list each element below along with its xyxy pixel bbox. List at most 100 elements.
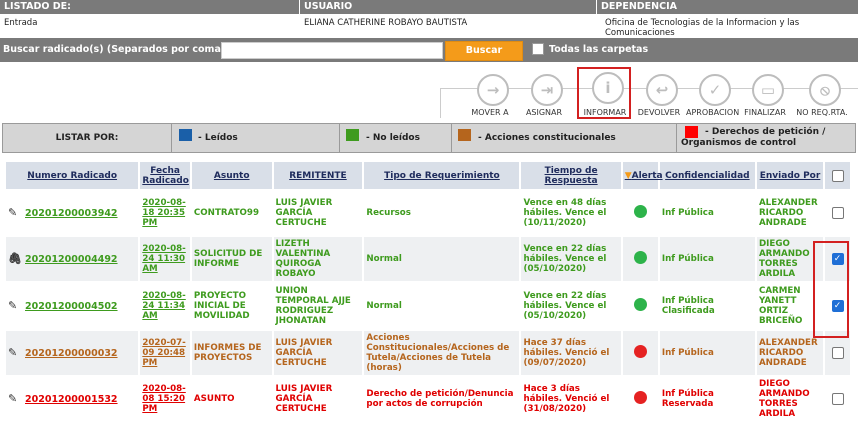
search-input[interactable] — [221, 42, 443, 59]
col-numero-radicado[interactable]: Numero Radicado — [6, 162, 139, 189]
all-folders-checkbox[interactable] — [532, 43, 544, 55]
col-tiempo-respuesta[interactable]: Tiempo de Respuesta — [521, 162, 621, 189]
edit-icon[interactable]: ✎ — [8, 347, 21, 359]
col-alerta[interactable]: ▼Alerta — [622, 162, 663, 189]
legend-title: LISTAR POR: — [3, 124, 172, 152]
cell-tiempo: Vence en 22 días hábiles. Vence el (05/1… — [521, 237, 621, 281]
listado-cell: LISTADO DE: Entrada — [0, 0, 300, 38]
fecha-link[interactable]: 2020-08-08 15:20 PM — [142, 384, 185, 414]
radicado-link[interactable]: 20201200000032 — [25, 348, 118, 359]
cell-alerta — [623, 377, 658, 421]
toolbar-divider-vertical — [440, 88, 441, 118]
table-row[interactable]: ✎ 20201200001532 2020-08-08 15:20 PM ASUNTO… — [6, 377, 850, 421]
toolbar-button-mover-a[interactable]: → MOVER A — [464, 72, 516, 120]
legend-unread[interactable]: - No leídos — [340, 124, 452, 152]
usuario-label: USUARIO — [300, 0, 596, 14]
toolbar-button-label: ASIGNAR — [525, 108, 563, 117]
legend-constitutional[interactable]: - Acciones constitucionales — [452, 124, 677, 152]
legend-read-label: - Leídos — [198, 133, 238, 143]
listado-value: Entrada — [4, 18, 38, 28]
listado-label: LISTADO DE: — [0, 0, 299, 14]
col-remitente[interactable]: REMITENTE — [273, 162, 363, 189]
check-icon: ✓ — [699, 74, 731, 106]
alert-dot-icon — [633, 251, 647, 264]
cell-select — [825, 191, 850, 235]
read-swatch — [179, 129, 192, 141]
alert-dot-icon — [633, 298, 647, 311]
table-row[interactable]: ✎ 20201200004502 2020-08-24 11:34 AM PROYEC… — [6, 283, 850, 329]
cell-confidencialidad: Inf Pública — [661, 208, 714, 218]
col-fecha-radicado[interactable]: Fecha Radicado — [140, 162, 190, 189]
legend-bar: LISTAR POR: - Leídos - No leídos - Accio… — [2, 123, 856, 153]
toolbar-button-asignar[interactable]: ⇥ ASIGNAR — [518, 72, 570, 120]
toolbar-button-informar[interactable]: i INFORMAR — [577, 67, 631, 119]
row-checkbox[interactable] — [831, 393, 844, 405]
toolbar-button-label: FINALIZAR — [744, 108, 786, 117]
selection-highlight — [813, 241, 849, 338]
cell-alerta — [622, 331, 658, 375]
col-enviado-por[interactable]: Enviado Por — [756, 162, 824, 189]
cell-enviado: ALEXANDER RICARDO ANDRADE — [758, 198, 818, 228]
alert-dot-icon — [633, 391, 647, 404]
dependencia-cell: DEPENDENCIA Oficina de Tecnologias de la… — [597, 0, 858, 38]
legend-read[interactable]: - Leídos — [172, 124, 340, 152]
all-folders-label: Todas las carpetas — [549, 44, 649, 55]
toolbar-button-label: DEVOLVER — [637, 108, 681, 117]
edit-icon[interactable]: ✎ — [8, 207, 21, 219]
col-confidencialidad[interactable]: Confidencialidad — [659, 162, 755, 189]
select-all-checkbox[interactable] — [831, 169, 844, 182]
fecha-link[interactable]: 2020-08-18 20:35 PM — [142, 198, 185, 228]
cell-radicado: ✎ 20201200001532 — [6, 377, 138, 421]
fecha-link[interactable]: 2020-08-24 11:34 AM — [142, 291, 185, 321]
constitutional-swatch — [458, 129, 471, 141]
table-row[interactable]: 🖇 20201200004492 2020-08-24 11:30 AM SOLICI… — [6, 237, 850, 281]
table-row[interactable]: ✎ 20201200003942 2020-08-18 20:35 PM CONTRA… — [6, 191, 850, 235]
edit-icon[interactable]: ✎ — [8, 393, 21, 405]
cell-radicado: ✎ 20201200000032 — [6, 331, 139, 375]
toolbar-button-devolver[interactable]: ↩ DEVOLVER — [633, 72, 685, 120]
legend-constitutional-label: - Acciones constitucionales — [478, 133, 616, 143]
col-asunto[interactable]: Asunto — [191, 162, 272, 189]
radicados-table: Numero Radicado Fecha Radicado Asunto RE… — [4, 160, 852, 423]
col-tipo-requerimiento[interactable]: Tipo de Requerimiento — [364, 162, 520, 189]
radicado-link[interactable]: 20201200003942 — [25, 208, 118, 219]
toolbar-button-no-req-rta[interactable]: ⦸ NO REQ.RTA. — [796, 72, 848, 120]
table-row[interactable]: ✎ 20201200000032 2020-07-09 20:48 PM INFORM… — [6, 331, 850, 375]
cell-asunto: INFORMES DE PROYECTOS — [191, 331, 272, 375]
cell-fecha: 2020-07-09 20:48 PM — [140, 331, 190, 375]
cell-asunto: CONTRATO99 — [193, 208, 260, 218]
cell-tiempo: Hace 3 días hábiles. Venció el (31/08/20… — [523, 384, 610, 414]
toolbar-button-label: INFORMAR — [583, 108, 627, 117]
cell-alerta — [622, 237, 658, 281]
search-bar: Buscar radicado(s) (Separados por coma) … — [0, 38, 858, 62]
toolbar-button-label: APROBACION — [686, 108, 740, 117]
toolbar-button-aprobacion[interactable]: ✓ APROBACION — [686, 72, 740, 120]
unread-swatch — [346, 129, 359, 141]
info-icon: i — [592, 72, 624, 104]
attachment-icon[interactable]: 🖇 — [8, 253, 22, 265]
col-alerta-label: Alerta — [631, 170, 663, 181]
col-select-all[interactable] — [825, 162, 850, 189]
row-checkbox[interactable] — [831, 347, 844, 359]
no-reply-icon: ⦸ — [809, 74, 841, 106]
cell-tiempo: Hace 37 días hábiles. Venció el (09/07/2… — [521, 331, 621, 375]
finalize-icon: ▭ — [752, 74, 784, 106]
legend-unread-label: - No leídos — [366, 133, 420, 143]
fecha-link[interactable]: 2020-07-09 20:48 PM — [142, 338, 185, 368]
usuario-value: ELIANA CATHERINE ROBAYO BAUTISTA — [304, 18, 468, 28]
assign-icon: ⇥ — [531, 74, 563, 106]
toolbar-button-finalizar[interactable]: ▭ FINALIZAR — [739, 72, 791, 120]
search-button[interactable]: Buscar — [445, 41, 523, 61]
cell-confidencialidad: Inf Pública — [659, 331, 755, 375]
legend-petition[interactable]: - Derechos de petición / Organismos de c… — [677, 124, 854, 152]
cell-alerta — [623, 283, 658, 329]
table-header-row: Numero Radicado Fecha Radicado Asunto RE… — [6, 162, 850, 189]
cell-tipo: Derecho de petición/Denuncia por actos d… — [366, 389, 514, 409]
edit-icon[interactable]: ✎ — [8, 300, 21, 312]
radicado-link[interactable]: 20201200001532 — [25, 394, 118, 405]
radicado-link[interactable]: 20201200004492 — [25, 254, 118, 265]
radicado-link[interactable]: 20201200004502 — [25, 301, 118, 312]
row-checkbox[interactable] — [831, 207, 844, 219]
cell-asunto: SOLICITUD DE INFORME — [191, 237, 272, 281]
fecha-link[interactable]: 2020-08-24 11:30 AM — [142, 244, 185, 274]
